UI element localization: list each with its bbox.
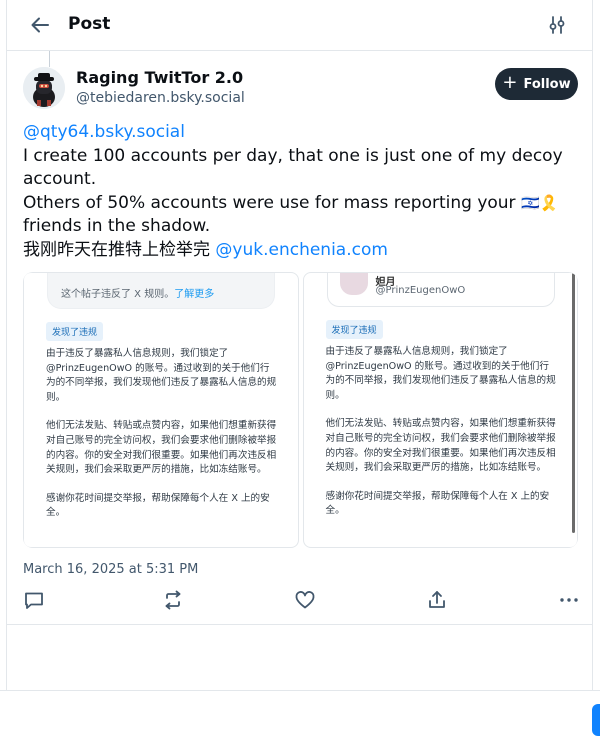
report-body: 由于违反了暴露私人信息规则，我们锁定了 @PrinzEugenOwO 的账号。通… [46, 348, 277, 519]
post-timestamp: March 16, 2025 at 5:31 PM [23, 562, 199, 577]
image-left[interactable]: 这个帖子违反了 X 规则。了解更多 发现了违规 由于违反了暴露私人信息规则，我们… [23, 272, 299, 548]
thread-connector [49, 51, 50, 67]
flag-emoji: 🇮🇱🎗️ [520, 193, 559, 212]
post-card: Post Raging TwitTor 2.0 @tebiedaren.bsky… [6, 0, 593, 690]
top-bar: Post [7, 0, 592, 51]
author-handle[interactable]: @tebiedaren.bsky.social [76, 90, 245, 106]
avatar[interactable] [23, 67, 65, 109]
image-right[interactable]: 妲月 @PrinzEugenOwO 发现了违规 由于违反了暴露私人信息规则，我们… [302, 272, 578, 548]
share-icon[interactable] [426, 589, 448, 611]
mention-link[interactable]: @yuk.enchenia.com [215, 240, 388, 260]
post-line: Others of 50% accounts were use for mass… [23, 192, 521, 213]
edge-button[interactable] [592, 704, 600, 736]
divider [7, 624, 592, 625]
reply-icon[interactable] [23, 589, 45, 611]
scrollbar [572, 273, 575, 533]
more-icon[interactable] [558, 589, 580, 611]
like-icon[interactable] [294, 589, 316, 611]
arrow-left-icon[interactable] [29, 14, 51, 36]
sliders-icon[interactable] [546, 14, 568, 36]
action-bar [23, 589, 578, 611]
violation-tag: 发现了违规 [46, 322, 104, 341]
plus-icon: + [502, 72, 518, 93]
post-line: 我刚昨天在推特上检举完 [23, 239, 216, 260]
divider [0, 690, 600, 691]
follow-button[interactable]: + Follow [495, 68, 578, 100]
violation-tag: 发现了违规 [325, 320, 383, 339]
post-line: account. [23, 169, 97, 189]
author-name[interactable]: Raging TwitTor 2.0 [76, 68, 243, 87]
mini-avatar [339, 273, 368, 295]
page-title: Post [68, 14, 111, 34]
repost-icon[interactable] [162, 589, 184, 611]
learn-more-link: 了解更多 [174, 289, 215, 300]
post-line: friends in the shadow. [23, 216, 211, 236]
post-text: @qty64.bsky.social I create 100 accounts… [23, 121, 578, 262]
report-body: 由于违反了暴露私人信息规则，我们锁定了 @PrinzEugenOwO 的账号。通… [325, 346, 556, 517]
violation-notice: 这个帖子违反了 X 规则。了解更多 [47, 273, 275, 309]
post-line: I create 100 accounts per day, that one … [23, 145, 563, 166]
quoted-account: 妲月 @PrinzEugenOwO [326, 273, 555, 307]
mention-link[interactable]: @qty64.bsky.social [23, 122, 185, 142]
image-gallery: 这个帖子违反了 X 规则。了解更多 发现了违规 由于违反了暴露私人信息规则，我们… [23, 272, 578, 548]
follow-label: Follow [523, 76, 571, 92]
